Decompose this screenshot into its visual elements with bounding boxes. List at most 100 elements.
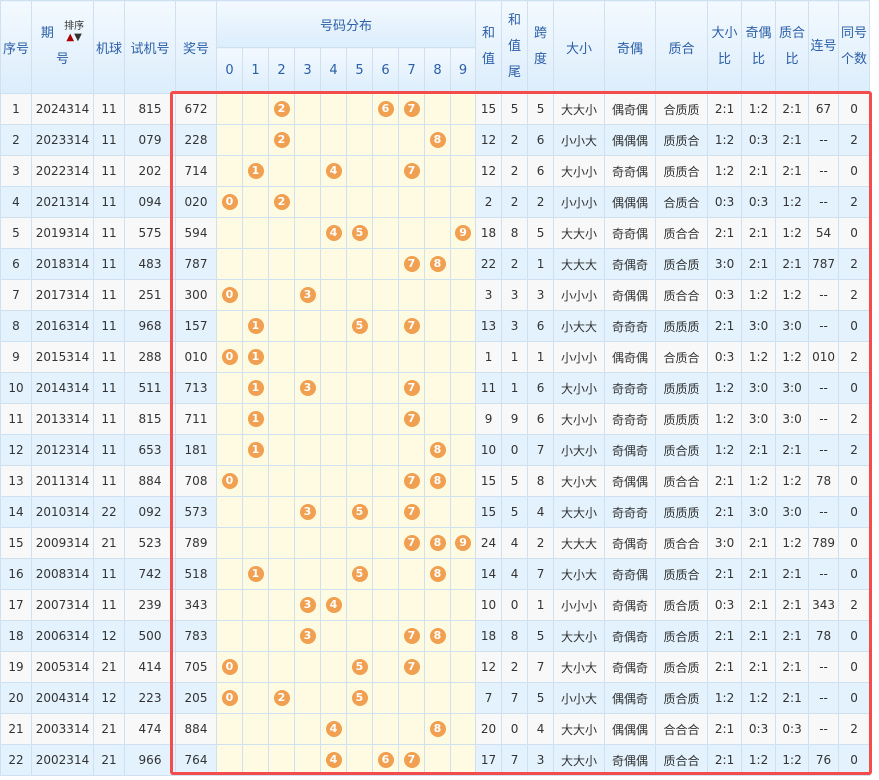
cell-digit-6: [372, 465, 399, 497]
cell-digit-2: [268, 496, 295, 528]
digit-ball: 6: [377, 101, 394, 117]
cell-sum-tail: 8: [501, 217, 529, 249]
cell-consecutive: 78: [808, 465, 840, 497]
cell-prime-composite: 质质质: [655, 310, 709, 342]
lottery-trend-table-view: 序号 期 排序 ▲▼ 号 机球 试机号 奖号 号码分布 和值 和值尾 跨度 大小 …: [0, 0, 879, 780]
sort-button[interactable]: 排序 ▲▼: [64, 21, 84, 43]
cell-digit-6: [372, 372, 399, 404]
cell-digit-0: [216, 248, 243, 280]
cell-odd-even: 奇偶奇: [604, 651, 657, 683]
cell-sum: 15: [475, 496, 503, 528]
digit-ball: 7: [403, 256, 420, 272]
cell-span: 5: [527, 93, 555, 125]
cell-odd-even-ratio: 2:1: [741, 527, 777, 559]
cell-index: 10: [0, 372, 32, 404]
cell-digit-4: [320, 403, 347, 435]
cell-big-small: 大大小: [553, 620, 606, 652]
cell-period: 2003314: [31, 713, 94, 745]
cell-span: 5: [527, 217, 555, 249]
cell-test-number: 239: [124, 589, 176, 621]
cell-digit-4: 4: [320, 713, 347, 745]
cell-odd-even: 偶偶偶: [604, 713, 657, 745]
cell-digit-1: [242, 651, 269, 683]
cell-digit-4: [320, 558, 347, 590]
col-odd-even-ratio: 奇偶比: [741, 0, 777, 94]
cell-odd-even-ratio: 1:2: [741, 465, 777, 497]
cell-digit-1: 1: [242, 341, 269, 373]
cell-prime-ratio: 2:1: [775, 248, 810, 280]
cell-consecutive: --: [808, 496, 840, 528]
cell-odd-even-ratio: 2:1: [741, 620, 777, 652]
cell-consecutive: --: [808, 558, 840, 590]
digit-ball: 1: [247, 566, 264, 582]
cell-digit-3: [294, 341, 321, 373]
cell-index: 19: [0, 651, 32, 683]
cell-ball: 11: [93, 434, 125, 466]
table-row: 22 2002314 21 966 764 4 6 7 17 7 3 大大小 奇偶偶 质合合 2:1 1:2 1…: [0, 744, 871, 776]
cell-test-number: 815: [124, 403, 176, 435]
cell-prime-ratio: 2:1: [775, 93, 810, 125]
sort-label: 排序: [64, 21, 85, 32]
cell-big-small-ratio: 0:3: [707, 341, 743, 373]
cell-digit-6: [372, 527, 399, 559]
cell-digit-3: [294, 527, 321, 559]
cell-digit-0: 0: [216, 341, 243, 373]
cell-span: 7: [527, 434, 555, 466]
cell-span: 1: [527, 341, 555, 373]
cell-index: 21: [0, 713, 32, 745]
cell-sum-tail: 3: [501, 310, 529, 342]
cell-sum: 14: [475, 558, 503, 590]
cell-same-count: 2: [838, 279, 871, 311]
digit-ball: 3: [299, 597, 316, 613]
cell-digit-6: [372, 496, 399, 528]
col-digit-3: 3: [294, 47, 321, 94]
cell-prize-number: 714: [175, 155, 217, 187]
cell-digit-0: [216, 372, 243, 404]
cell-digit-2: [268, 217, 295, 249]
cell-span: 4: [527, 496, 555, 528]
cell-index: 6: [0, 248, 32, 280]
digit-ball: 2: [273, 194, 290, 210]
digit-ball: 8: [429, 628, 446, 644]
digit-ball: 5: [351, 659, 368, 675]
cell-index: 3: [0, 155, 32, 187]
cell-digit-1: [242, 713, 269, 745]
cell-big-small: 小小小: [553, 186, 606, 218]
cell-digit-9: [449, 496, 477, 528]
sort-asc-icon[interactable]: ▲: [66, 32, 74, 43]
digit-ball: 8: [429, 256, 446, 272]
cell-digit-8: [424, 155, 451, 187]
cell-prime-composite: 合质质: [655, 93, 709, 125]
cell-odd-even-ratio: 1:2: [741, 93, 777, 125]
cell-prime-composite: 质合合: [655, 217, 709, 249]
cell-digit-9: [449, 341, 477, 373]
cell-digit-4: [320, 93, 347, 125]
cell-period: 2009314: [31, 527, 94, 559]
cell-same-count: 0: [838, 155, 871, 187]
cell-digit-8: 8: [424, 558, 451, 590]
cell-digit-8: 8: [424, 465, 451, 497]
cell-digit-2: 2: [268, 124, 295, 156]
cell-odd-even-ratio: 2:1: [741, 558, 777, 590]
cell-same-count: 0: [838, 93, 871, 125]
digit-ball: 7: [403, 163, 420, 179]
table-row: 8 2016314 11 968 157 1 5 7 13 3 6 小大大 奇奇奇 质质质 2:1 3:0 3:…: [0, 310, 871, 342]
cell-prime-ratio: 0:3: [775, 713, 810, 745]
cell-odd-even-ratio: 2:1: [741, 651, 777, 683]
cell-big-small-ratio: 0:3: [707, 279, 743, 311]
cell-period: 2015314: [31, 341, 94, 373]
cell-test-number: 653: [124, 434, 176, 466]
cell-digit-9: [449, 713, 477, 745]
cell-digit-9: [449, 620, 477, 652]
cell-digit-2: [268, 310, 295, 342]
digit-ball: 2: [273, 690, 290, 706]
cell-consecutive: 67: [808, 93, 840, 125]
cell-digit-8: [424, 496, 451, 528]
cell-period: 2010314: [31, 496, 94, 528]
cell-big-small: 大大小: [553, 93, 606, 125]
sort-desc-icon[interactable]: ▼: [74, 32, 82, 43]
digit-ball: 5: [351, 690, 368, 706]
cell-test-number: 202: [124, 155, 176, 187]
cell-digit-5: [346, 155, 373, 187]
digit-ball: 6: [377, 752, 394, 768]
